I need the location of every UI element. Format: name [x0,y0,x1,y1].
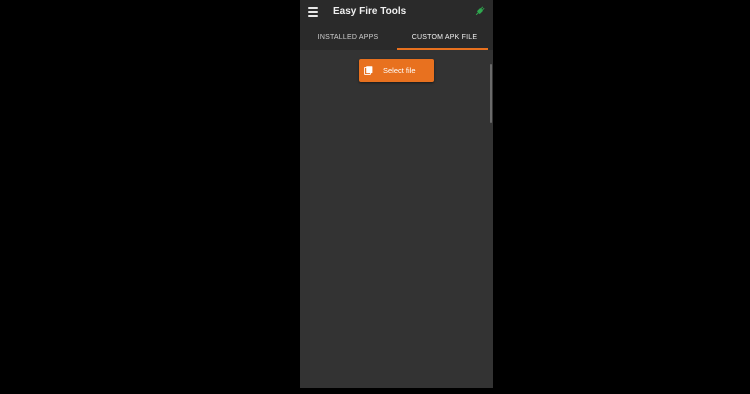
app-window: Easy Fire Tools INSTALLED APPS CUSTOM AP… [300,0,493,388]
plug-connected-icon[interactable] [474,5,486,17]
hamburger-menu-icon[interactable] [308,7,318,17]
app-bar: Easy Fire Tools [300,0,493,25]
tab-custom-apk-file[interactable]: CUSTOM APK FILE [396,25,493,50]
file-copy-icon [364,66,373,75]
tab-installed-apps[interactable]: INSTALLED APPS [300,25,396,50]
tab-installed-apps-label: INSTALLED APPS [317,34,379,41]
scrollbar[interactable] [490,64,492,123]
tab-bar: INSTALLED APPS CUSTOM APK FILE [300,25,493,50]
select-file-button[interactable]: Select file [359,59,434,82]
app-title: Easy Fire Tools [333,6,407,17]
tab-custom-apk-file-label: CUSTOM APK FILE [411,34,478,41]
select-file-label: Select file [383,66,416,75]
main-content: Select file [300,50,493,388]
